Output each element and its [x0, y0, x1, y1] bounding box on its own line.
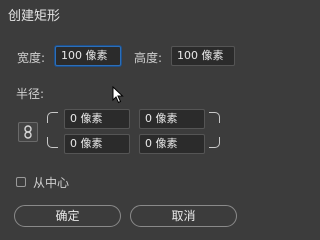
- link-icon: [24, 125, 32, 139]
- create-rectangle-dialog: 创建矩形 宽度: 100 像素 高度: 100 像素 半径: 0 像素 0 像素…: [0, 0, 248, 240]
- from-center-label[interactable]: 从中心: [33, 174, 69, 191]
- bottom-left-corner-icon: [47, 137, 58, 148]
- bottom-right-corner-icon: [209, 137, 220, 148]
- bottom-right-radius-input[interactable]: 0 像素: [139, 134, 205, 154]
- from-center-checkbox[interactable]: [16, 177, 26, 187]
- dialog-title: 创建矩形: [8, 9, 61, 24]
- cancel-button[interactable]: 取消: [130, 205, 237, 227]
- top-right-corner-icon: [209, 112, 220, 123]
- top-left-radius-input[interactable]: 0 像素: [64, 109, 130, 129]
- radius-label: 半径:: [16, 87, 45, 101]
- height-input[interactable]: 100 像素: [171, 46, 235, 66]
- mouse-cursor-icon: [112, 86, 124, 104]
- width-label: 宽度:: [17, 51, 46, 65]
- top-left-corner-icon: [47, 112, 58, 123]
- height-label: 高度:: [134, 51, 163, 65]
- bottom-left-radius-input[interactable]: 0 像素: [64, 134, 130, 154]
- top-right-radius-input[interactable]: 0 像素: [139, 109, 205, 129]
- width-input[interactable]: 100 像素: [55, 46, 121, 66]
- link-radius-button[interactable]: [18, 122, 38, 142]
- ok-button[interactable]: 确定: [14, 205, 121, 227]
